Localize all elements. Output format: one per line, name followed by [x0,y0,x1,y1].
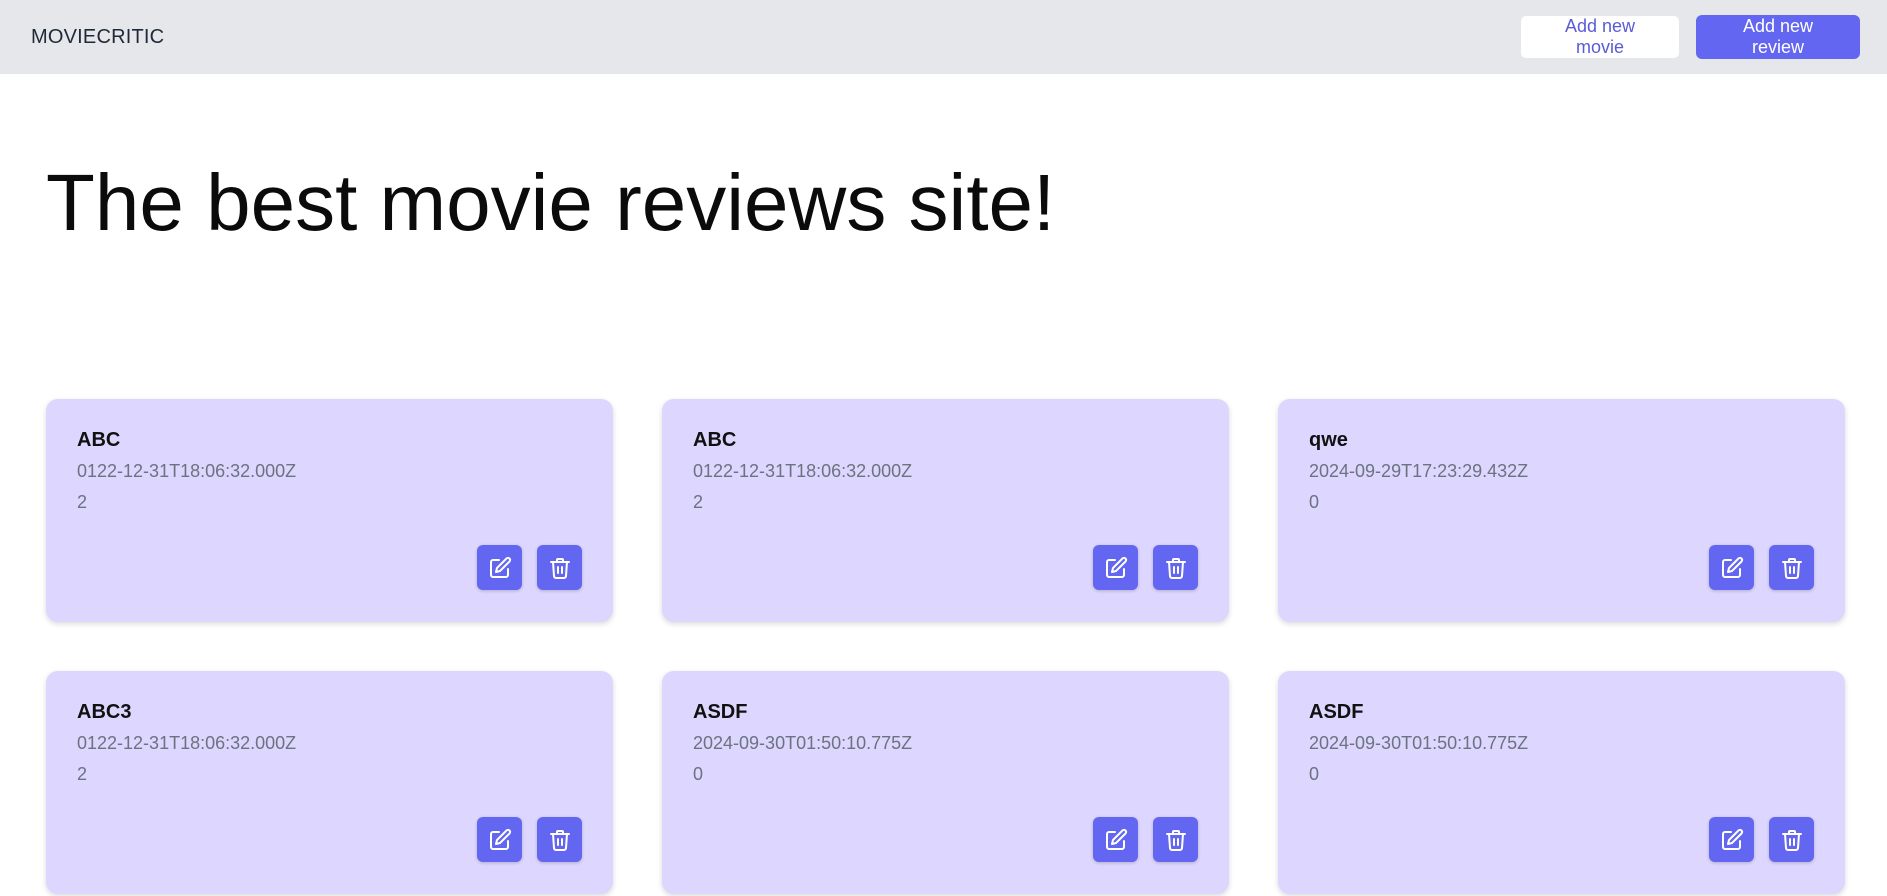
review-card-title: ABC [693,429,737,451]
review-card-title: ABC3 [77,701,132,723]
review-card-date: 0122-12-31T18:06:32.000Z [77,461,297,481]
trash-icon [1165,829,1186,851]
edit-icon [1721,556,1743,578]
brand-logo-text[interactable]: MOVIECRITIC [31,26,164,49]
edit-review-button[interactable] [477,545,522,590]
trash-icon [1781,829,1802,851]
delete-review-button[interactable] [537,545,582,590]
delete-review-button[interactable] [1769,545,1814,590]
review-card-date: 2024-09-29T17:23:29.432Z [1309,461,1529,481]
review-card-actions [477,817,582,862]
review-card-title: ASDF [1309,701,1364,723]
edit-icon [1105,556,1127,578]
review-card: ABC3 0122-12-31T18:06:32.000Z 2 [46,671,613,894]
review-card: ABC 0122-12-31T18:06:32.000Z 2 [662,399,1229,622]
delete-review-button[interactable] [1153,817,1198,862]
header-actions: Add new movie Add new review [1520,15,1860,59]
review-card-actions [477,545,582,590]
edit-icon [1105,828,1127,850]
delete-review-button[interactable] [537,817,582,862]
review-card-actions [1093,545,1198,590]
edit-review-button[interactable] [1709,817,1754,862]
trash-icon [549,557,570,579]
add-new-movie-button[interactable]: Add new movie [1520,15,1680,59]
review-card-actions [1709,817,1814,862]
delete-review-button[interactable] [1769,817,1814,862]
review-card-score: 2 [693,492,704,512]
review-card: ASDF 2024-09-30T01:50:10.775Z 0 [662,671,1229,894]
edit-review-button[interactable] [1093,545,1138,590]
edit-review-button[interactable] [1093,817,1138,862]
trash-icon [549,829,570,851]
review-card: ABC 0122-12-31T18:06:32.000Z 2 [46,399,613,622]
delete-review-button[interactable] [1153,545,1198,590]
review-card-title: ABC [77,429,121,451]
edit-icon [1721,828,1743,850]
review-card-score: 0 [693,764,704,784]
edit-review-button[interactable] [477,817,522,862]
review-card-actions [1093,817,1198,862]
trash-icon [1165,557,1186,579]
review-card-date: 2024-09-30T01:50:10.775Z [693,733,913,753]
review-card: ASDF 2024-09-30T01:50:10.775Z 0 [1278,671,1845,894]
review-card-date: 0122-12-31T18:06:32.000Z [77,733,297,753]
review-card-score: 2 [77,492,88,512]
add-new-review-button[interactable]: Add new review [1696,15,1860,59]
review-card-title: qwe [1309,429,1348,451]
review-card-date: 2024-09-30T01:50:10.775Z [1309,733,1529,753]
review-card-actions [1709,545,1814,590]
edit-icon [489,556,511,578]
top-navbar: MOVIECRITIC Add new movie Add new review [0,0,1887,74]
review-cards-grid: ABC 0122-12-31T18:06:32.000Z 2 ABC 0122-… [46,399,1845,894]
edit-review-button[interactable] [1709,545,1754,590]
review-card-title: ASDF [693,701,748,723]
review-card-date: 0122-12-31T18:06:32.000Z [693,461,913,481]
trash-icon [1781,557,1802,579]
review-card-score: 0 [1309,492,1320,512]
review-card-score: 0 [1309,764,1320,784]
edit-icon [489,828,511,850]
page-title: The best movie reviews site! [46,158,1056,247]
review-card: qwe 2024-09-29T17:23:29.432Z 0 [1278,399,1845,622]
review-card-score: 2 [77,764,88,784]
